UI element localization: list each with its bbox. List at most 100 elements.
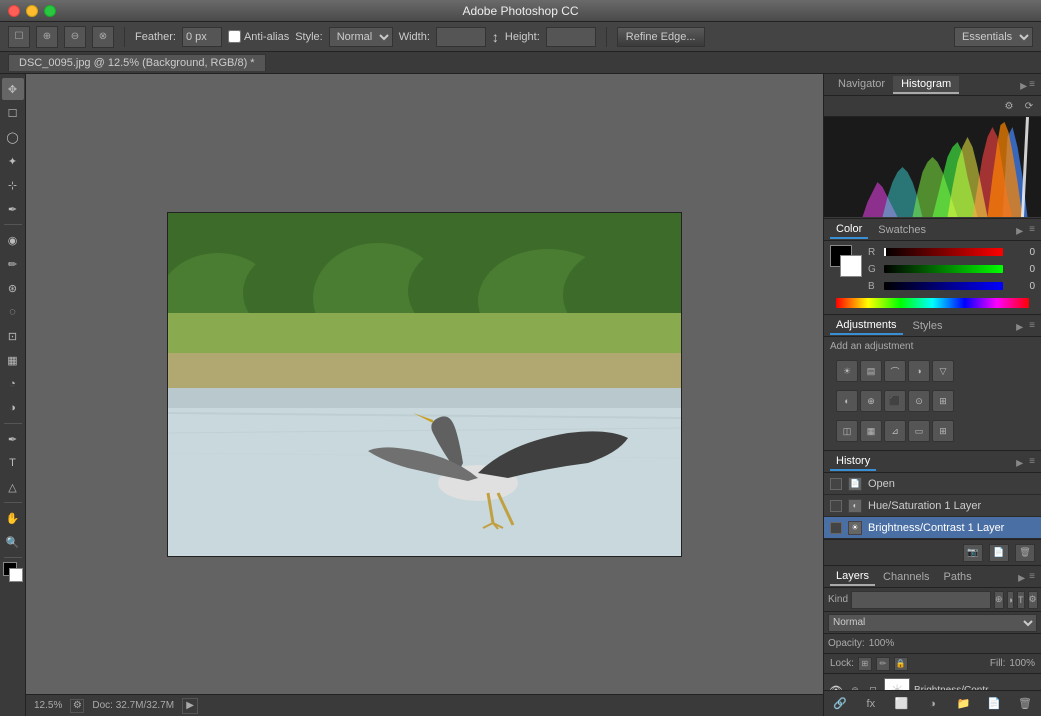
color-panel-menu[interactable]: ≡ <box>1029 224 1035 235</box>
layers-panel-expand[interactable]: ▸ <box>1018 570 1025 584</box>
subtract-from-selection-icon[interactable]: ⊖ <box>64 26 86 48</box>
nav-forward-button[interactable]: ▶ <box>182 698 198 714</box>
spot-heal-tool[interactable]: ◉ <box>2 229 24 251</box>
close-button[interactable] <box>8 5 20 17</box>
layer-filter-btn1[interactable]: ⊕ <box>994 591 1004 609</box>
histogram-settings-icon[interactable]: ⚙ <box>1001 98 1017 114</box>
brush-tool[interactable]: ✏ <box>2 253 24 275</box>
lock-position-icon[interactable]: ⊞ <box>858 657 872 671</box>
history-checkbox-1[interactable] <box>830 500 842 512</box>
lock-all-icon[interactable]: 🔒 <box>894 657 908 671</box>
intersect-selection-icon[interactable]: ⊗ <box>92 26 114 48</box>
history-tab[interactable]: History <box>830 453 876 471</box>
canvas-image[interactable] <box>167 212 682 557</box>
quick-select-tool[interactable]: ✦ <box>2 150 24 172</box>
gradient-map-adj-icon[interactable]: ▭ <box>908 420 930 442</box>
text-tool[interactable]: T <box>2 452 24 474</box>
width-input[interactable] <box>436 27 486 47</box>
exposure-adj-icon[interactable]: ◑ <box>908 360 930 382</box>
history-checkbox-2[interactable] <box>830 522 842 534</box>
color-balance-adj-icon[interactable]: ⊕ <box>860 390 882 412</box>
create-new-layer-button[interactable]: 📄 <box>984 695 1004 713</box>
selective-color-adj-icon[interactable]: ⊞ <box>932 420 954 442</box>
levels-adj-icon[interactable]: ▤ <box>860 360 882 382</box>
histogram-tab[interactable]: Histogram <box>893 76 959 94</box>
layers-panel-menu[interactable]: ≡ <box>1029 571 1035 582</box>
pen-tool[interactable]: ✒ <box>2 428 24 450</box>
panel-menu-button[interactable]: ≡ <box>1029 79 1035 90</box>
essentials-select[interactable]: Essentials <box>954 27 1033 47</box>
create-group-button[interactable]: 📁 <box>953 695 973 713</box>
blend-mode-select[interactable]: Normal <box>828 614 1037 632</box>
layer-filter-btn3[interactable]: T <box>1017 591 1025 609</box>
brightness-adj-icon[interactable]: ☀ <box>836 360 858 382</box>
color-spectrum[interactable] <box>836 298 1029 308</box>
layer-item-0[interactable]: 👁 ⊛ ⊡ ☀ Brightness/Contr... <box>824 674 1041 690</box>
crop-tool[interactable]: ⊹ <box>2 174 24 196</box>
create-new-fill-button[interactable]: ◑ <box>922 695 942 713</box>
adj-panel-menu[interactable]: ≡ <box>1029 320 1035 331</box>
histogram-refresh-icon[interactable]: ⟳ <box>1021 98 1037 114</box>
posterize-adj-icon[interactable]: ▦ <box>860 420 882 442</box>
history-item-0[interactable]: 📄 Open <box>824 473 1041 495</box>
lock-pixels-icon[interactable]: ✏ <box>876 657 890 671</box>
delete-state-button[interactable]: 🗑 <box>1015 544 1035 562</box>
zoom-controls[interactable]: ⚙ <box>70 699 84 713</box>
minimize-button[interactable] <box>26 5 38 17</box>
hand-tool[interactable]: ✋ <box>2 507 24 529</box>
adj-panel-expand[interactable]: ▸ <box>1016 319 1023 333</box>
feather-input[interactable] <box>182 27 222 47</box>
rectangular-marquee-icon[interactable]: ☐ <box>8 26 30 48</box>
eraser-tool[interactable]: ⊡ <box>2 325 24 347</box>
move-tool[interactable]: ✥ <box>2 78 24 100</box>
swatches-tab[interactable]: Swatches <box>872 222 932 238</box>
paths-tab[interactable]: Paths <box>938 569 978 585</box>
maximize-button[interactable] <box>44 5 56 17</box>
hue-sat-adj-icon[interactable]: ◐ <box>836 390 858 412</box>
color-tab[interactable]: Color <box>830 221 868 239</box>
eyedropper-tool[interactable]: ✒ <box>2 198 24 220</box>
background-color[interactable] <box>9 568 23 582</box>
blue-slider[interactable] <box>884 282 1003 290</box>
color-panel-expand[interactable]: ▸ <box>1016 223 1023 237</box>
threshold-adj-icon[interactable]: ⊿ <box>884 420 906 442</box>
layer-filter-btn4[interactable]: ⚙ <box>1028 591 1038 609</box>
lasso-tool[interactable]: ◯ <box>2 126 24 148</box>
layer-filter-btn2[interactable]: ◑ <box>1007 591 1014 609</box>
curves-adj-icon[interactable]: ⌒ <box>884 360 906 382</box>
add-to-selection-icon[interactable]: ⊕ <box>36 26 58 48</box>
layers-tab[interactable]: Layers <box>830 568 875 586</box>
shape-tool[interactable]: △ <box>2 476 24 498</box>
layer-visibility-0[interactable]: 👁 <box>828 683 844 691</box>
history-panel-menu[interactable]: ≡ <box>1029 456 1035 467</box>
anti-alias-checkbox[interactable]: Anti-alias <box>228 30 289 43</box>
green-slider[interactable] <box>884 265 1003 273</box>
panel-expand-button[interactable]: ▸ <box>1020 78 1027 92</box>
channels-tab[interactable]: Channels <box>877 569 935 585</box>
blur-tool[interactable]: ◔ <box>2 373 24 395</box>
bw-adj-icon[interactable]: ⬛ <box>884 390 906 412</box>
history-checkbox-0[interactable] <box>830 478 842 490</box>
add-mask-button[interactable]: ⬜ <box>892 695 912 713</box>
refine-edge-button[interactable]: Refine Edge... <box>617 27 705 47</box>
doc-tab[interactable]: DSC_0095.jpg @ 12.5% (Background, RGB/8)… <box>8 54 266 71</box>
red-slider[interactable] <box>884 248 1003 256</box>
height-input[interactable] <box>546 27 596 47</box>
add-layer-style-button[interactable]: fx <box>861 695 881 713</box>
style-select[interactable]: Normal <box>329 27 393 47</box>
invert-adj-icon[interactable]: ◫ <box>836 420 858 442</box>
history-panel-expand[interactable]: ▸ <box>1016 455 1023 469</box>
gradient-tool[interactable]: ▦ <box>2 349 24 371</box>
dodge-tool[interactable]: ◑ <box>2 397 24 419</box>
layer-filter-input[interactable] <box>851 591 991 609</box>
history-item-1[interactable]: ◐ Hue/Saturation 1 Layer <box>824 495 1041 517</box>
clone-tool[interactable]: ⊛ <box>2 277 24 299</box>
history-brush-tool[interactable]: ◌ <box>2 301 24 323</box>
photo-filter-adj-icon[interactable]: ⊙ <box>908 390 930 412</box>
create-snapshot-button[interactable]: 📷 <box>963 544 983 562</box>
navigator-tab[interactable]: Navigator <box>830 76 893 94</box>
link-layers-button[interactable]: 🔗 <box>830 695 850 713</box>
channel-mixer-adj-icon[interactable]: ⊞ <box>932 390 954 412</box>
color-swatches[interactable] <box>3 562 23 582</box>
adjustments-tab[interactable]: Adjustments <box>830 317 903 335</box>
